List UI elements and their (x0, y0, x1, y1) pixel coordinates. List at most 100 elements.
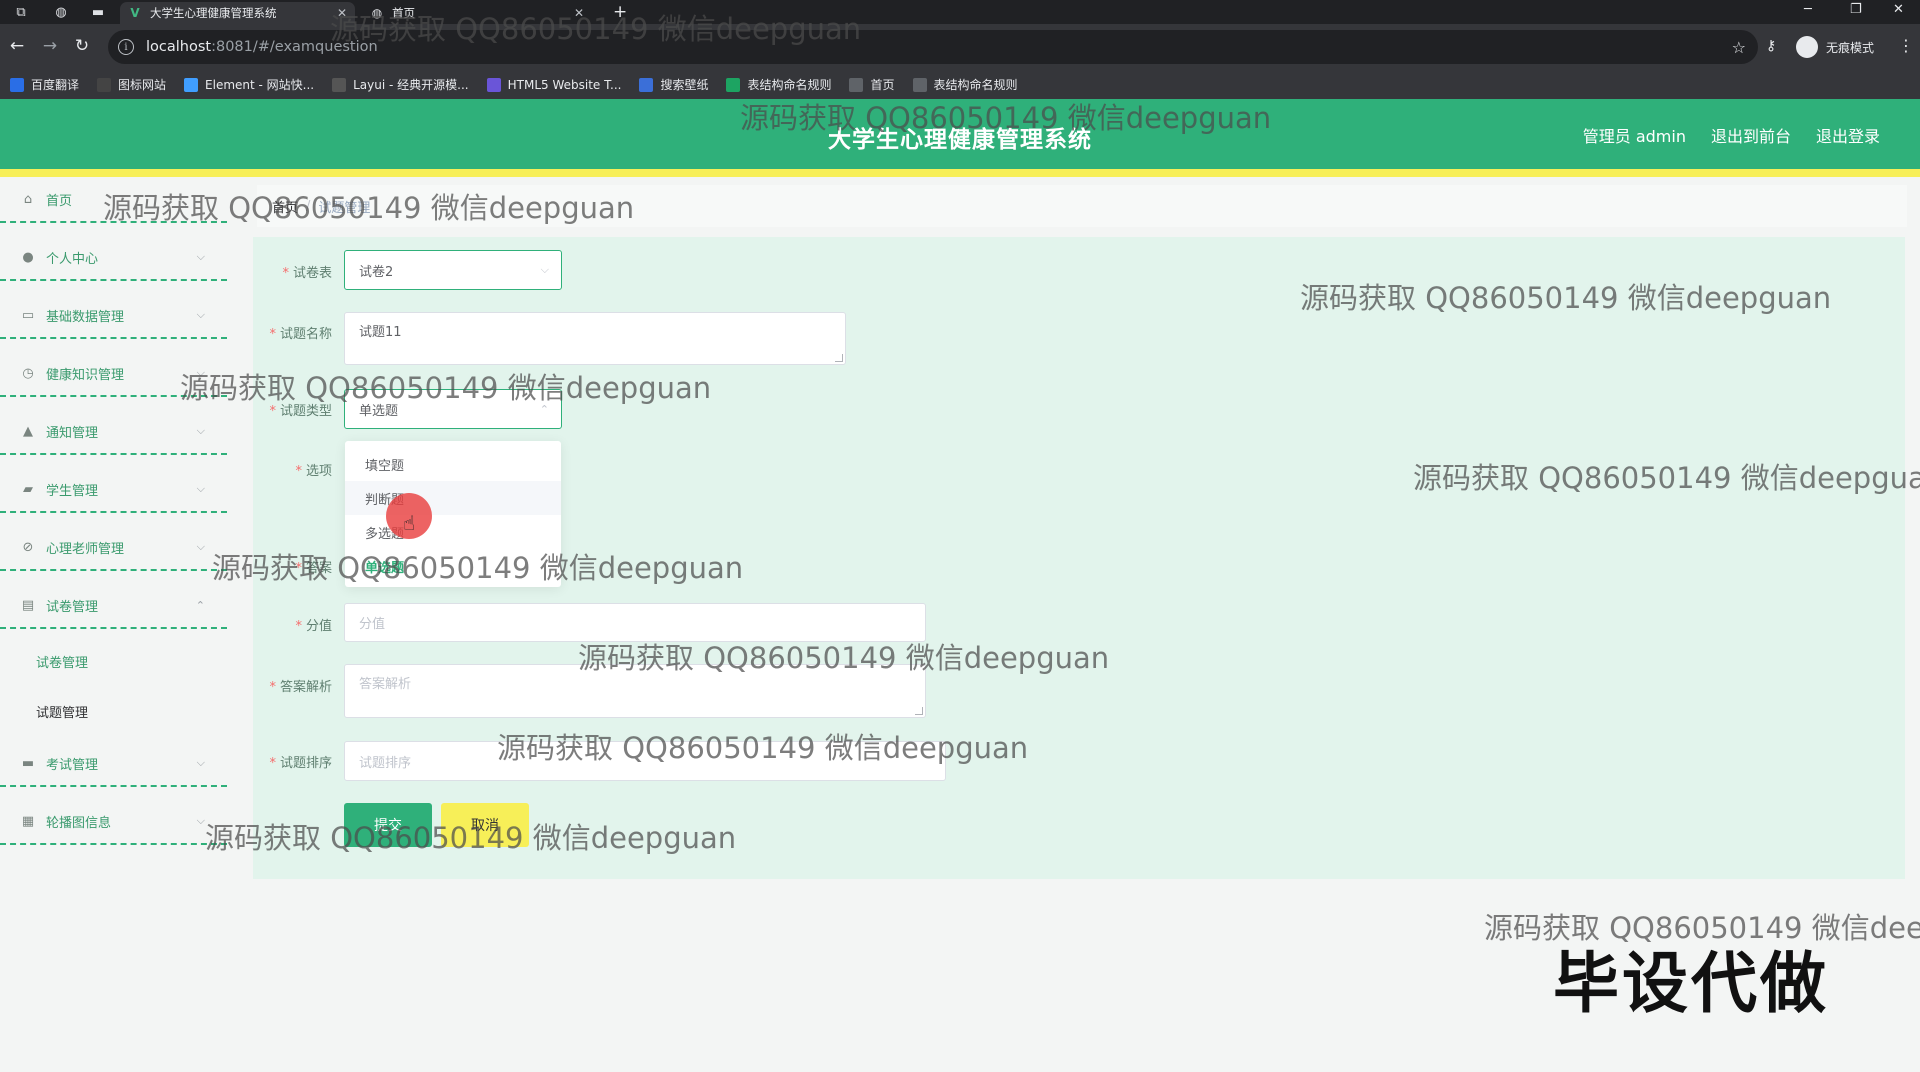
bell-icon: ▲ (23, 423, 33, 439)
tab-inactive[interactable]: ◍ 首页 ✕ (362, 2, 592, 24)
header-accent-bar (0, 169, 1920, 177)
close-window-icon[interactable]: ✕ (1893, 2, 1904, 17)
question-type-select[interactable]: 单选题 ⌃ (344, 389, 562, 429)
bookmark-item[interactable]: 搜索壁纸 (639, 76, 708, 93)
question-name-input[interactable]: 试题11 (344, 312, 846, 365)
bookmarks-bar: 百度翻译 图标网站 Element - 网站快... Layui - 经典开源模...… (0, 70, 1920, 99)
comment-icon: ▰ (23, 481, 33, 497)
dropdown-option[interactable]: 判断题 (345, 481, 561, 515)
sidebar-subitem[interactable]: 试卷管理 (36, 652, 88, 671)
window-icon[interactable]: ▬ (89, 3, 107, 21)
chevron-down-icon: ⌵ (196, 366, 205, 379)
paper-select-value: 试卷2 (359, 264, 394, 280)
browser-tab-bar: ⧉ ◍ ▬ V 大学生心理健康管理系统 ✕ ◍ 首页 ✕ + ─ ❐ ✕ (0, 0, 1920, 24)
order-input[interactable]: 试题排序 (344, 741, 946, 781)
bookmark-item[interactable]: 表结构命名规则 (912, 76, 1018, 93)
chevron-down-icon: ⌵ (196, 482, 205, 495)
incognito-indicator[interactable]: 无痕模式 (1796, 36, 1874, 58)
dropdown-option[interactable]: 多选题 (345, 515, 561, 549)
tab-search-icon[interactable]: ⧉ (12, 3, 30, 21)
globe-icon (849, 77, 864, 92)
paper-label: * 试卷表 (282, 266, 332, 281)
options-label: * 选项 (295, 464, 332, 479)
url-bar[interactable]: i localhost:8081/#/examquestion ☆ (108, 30, 1758, 64)
bookmark-item[interactable]: 图标网站 (97, 76, 166, 93)
bookmark-label: 首页 (870, 78, 895, 92)
cancel-button[interactable]: 取消 (441, 803, 529, 847)
grid-icon: ▦ (21, 813, 35, 829)
breadcrumb-home[interactable]: 首页 (272, 197, 298, 216)
sidebar-item[interactable]: ◷ 健康知识管理 ⌵ (0, 351, 227, 397)
sidebar-item-label: 轮播图信息 (46, 815, 112, 831)
close-icon[interactable]: ✕ (337, 6, 347, 20)
bookmark-star-icon[interactable]: ☆ (1732, 38, 1746, 57)
vue-icon: V (130, 6, 140, 20)
home-icon: ⌂ (23, 191, 33, 207)
bookmark-label: HTML5 Website T... (507, 77, 622, 92)
sidebar-subitem[interactable]: 试题管理 (36, 702, 88, 721)
bookmark-item[interactable]: Layui - 经典开源模... (332, 76, 469, 93)
dropdown-option[interactable]: 填空题 (345, 447, 561, 481)
analysis-label: * 答案解析 (269, 680, 332, 695)
question-type-label: * 试题类型 (269, 404, 332, 419)
bookmark-item[interactable]: 首页 (849, 76, 895, 93)
sidebar-item-label: 试卷管理 (46, 599, 99, 615)
analysis-textarea[interactable]: 答案解析 (344, 664, 926, 718)
breadcrumb-separator: / (306, 198, 311, 214)
bookmark-item[interactable]: HTML5 Website T... (486, 77, 622, 92)
sidebar-item-label: 学生管理 (46, 483, 99, 499)
back-to-front-link[interactable]: 退出到前台 (1711, 123, 1791, 147)
resize-handle-icon[interactable] (915, 707, 923, 715)
sidebar-item-label: 健康知识管理 (46, 367, 125, 383)
app-header: 大学生心理健康管理系统 管理员 admin 退出到前台 退出登录 (0, 99, 1920, 169)
bookmark-item[interactable]: 表结构命名规则 (726, 76, 831, 93)
bookmark-label: 表结构命名规则 (933, 78, 1018, 92)
chevron-down-icon: ⌵ (196, 424, 205, 437)
sidebar-item-label: 考试管理 (46, 757, 99, 773)
sidebar-item[interactable]: ⌂ 首页 (0, 177, 227, 223)
tab-title: 大学生心理健康管理系统 (150, 6, 277, 20)
sidebar-item[interactable]: ▦ 轮播图信息 ⌵ (0, 799, 227, 845)
tab-active[interactable]: V 大学生心理健康管理系统 ✕ (120, 2, 355, 24)
logout-link[interactable]: 退出登录 (1816, 123, 1880, 147)
resize-handle-icon[interactable] (835, 354, 843, 362)
minimize-icon[interactable]: ─ (1804, 2, 1812, 17)
chevron-up-icon: ⌃ (195, 598, 205, 612)
close-icon[interactable]: ✕ (574, 6, 584, 20)
reload-icon[interactable]: ↻ (71, 36, 93, 56)
score-label: * 分值 (295, 619, 332, 634)
bookmark-label: 搜索壁纸 (660, 78, 709, 92)
tab-title: 首页 (392, 6, 415, 20)
url-host: localhost (146, 39, 212, 55)
question-name-label: * 试题名称 (269, 327, 332, 342)
globe-icon (912, 77, 927, 92)
question-type-dropdown: 填空题 判断题 多选题 单选题 (345, 441, 561, 587)
question-type-value: 单选题 (359, 403, 399, 419)
bookmark-item[interactable]: 百度翻译 (10, 76, 79, 93)
flag-icon (97, 77, 112, 92)
menu-icon[interactable]: ⋮ (1898, 36, 1914, 55)
html5-icon (486, 77, 501, 92)
forward-icon[interactable]: → (39, 36, 61, 56)
hand-cursor-icon: ☝ (403, 511, 416, 535)
incognito-label: 无痕模式 (1826, 40, 1875, 55)
submit-button[interactable]: 提交 (344, 803, 432, 847)
site-info-icon[interactable]: i (118, 39, 134, 55)
bookmark-item[interactable]: Element - 网站快... (184, 76, 314, 93)
back-icon[interactable]: ← (6, 36, 28, 56)
paper-select[interactable]: 试卷2 ⌵ (344, 250, 562, 290)
chevron-down-icon: ⌵ (196, 540, 205, 553)
key-icon[interactable]: ⚷ (1766, 38, 1776, 54)
analysis-placeholder: 答案解析 (359, 677, 412, 692)
restore-icon[interactable]: ❐ (1850, 2, 1862, 17)
chevron-down-icon: ⌵ (196, 814, 205, 827)
sidebar-item-label: 个人中心 (46, 251, 99, 267)
globe-icon[interactable]: ◍ (52, 3, 70, 21)
score-input[interactable]: 分值 (344, 603, 926, 642)
chevron-down-icon: ⌵ (196, 308, 205, 321)
sidebar-item-label: 通知管理 (46, 425, 99, 441)
dropdown-option[interactable]: 单选题 (345, 549, 561, 583)
sidebar-item-label: 首页 (46, 193, 73, 209)
new-tab-button[interactable]: + (613, 2, 627, 22)
order-placeholder: 试题排序 (359, 755, 412, 771)
